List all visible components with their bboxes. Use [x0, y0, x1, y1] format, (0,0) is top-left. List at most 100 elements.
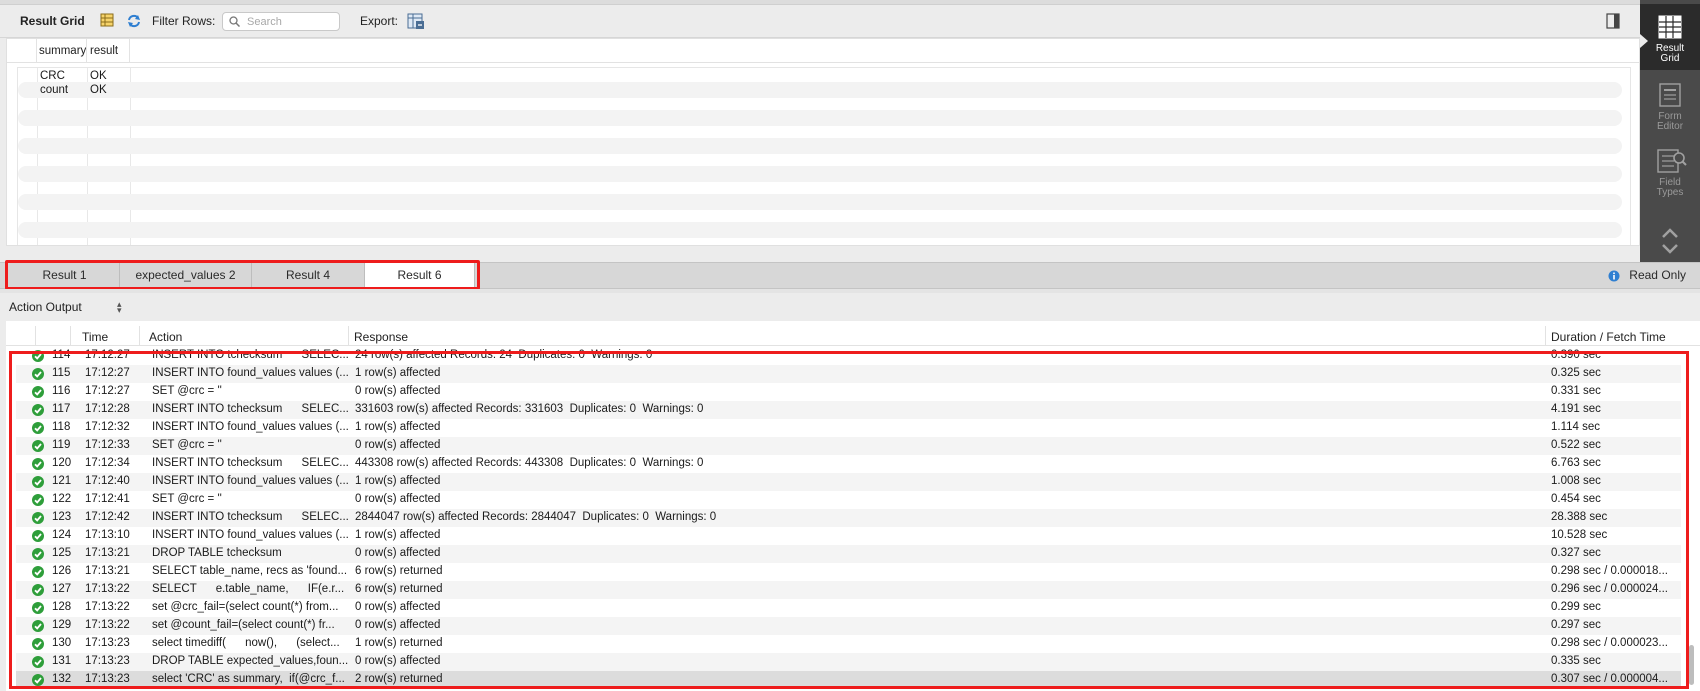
log-row-response: 6 row(s) returned: [355, 565, 443, 577]
field-types-panel-button[interactable]: Field Types: [1640, 138, 1700, 204]
log-row[interactable]: 130 17:13:23 select timediff( now(), (sele…: [16, 635, 1681, 653]
tab-result-1[interactable]: Result 1: [10, 263, 120, 288]
log-row-duration: 28.388 sec: [1551, 511, 1608, 523]
log-row[interactable]: 122 17:12:41 SET @crc = '' 0 row(s) affecte…: [16, 491, 1681, 509]
grid-header-summary[interactable]: summary: [39, 45, 86, 57]
log-row-duration: 6.763 sec: [1551, 457, 1601, 469]
grid-empty-row: [18, 166, 1622, 182]
success-check-icon: [32, 350, 44, 362]
log-row[interactable]: 124 17:13:10 INSERT INTO found_values valu…: [16, 527, 1681, 545]
log-row-duration: 0.454 sec: [1551, 493, 1601, 505]
log-row[interactable]: 118 17:12:32 INSERT INTO found_values valu…: [16, 419, 1681, 437]
log-row-action: INSERT INTO found_values values (...: [152, 421, 349, 433]
log-row-time: 17:12:34: [85, 457, 130, 469]
success-check-icon: [32, 566, 44, 578]
log-row-action: INSERT INTO tchecksum SELEC...: [152, 403, 349, 415]
log-row-time: 17:13:23: [85, 637, 130, 649]
grid-cell[interactable]: OK: [90, 84, 107, 96]
log-row-duration: 0.296 sec / 0.000024...: [1551, 583, 1669, 595]
log-row-action: set @count_fail=(select count(*) fr...: [152, 619, 335, 631]
log-row[interactable]: 116 17:12:27 SET @crc = '' 0 row(s) affecte…: [16, 383, 1681, 401]
log-row-time: 17:13:21: [85, 547, 130, 559]
grid-cell[interactable]: count: [40, 84, 68, 96]
log-row[interactable]: 117 17:12:28 INSERT INTO tchecksum SELEC..…: [16, 401, 1681, 419]
log-row[interactable]: 129 17:13:22 set @count_fail=(select count…: [16, 617, 1681, 635]
filter-search-input[interactable]: [247, 14, 337, 29]
log-row[interactable]: 121 17:12:40 INSERT INTO found_values valu…: [16, 473, 1681, 491]
log-row-action: INSERT INTO tchecksum SELEC...: [152, 511, 349, 523]
log-row-number: 131: [52, 655, 72, 667]
success-check-icon: [32, 494, 44, 506]
form-editor-panel-button[interactable]: Form Editor: [1640, 72, 1700, 138]
filter-search-box[interactable]: [222, 12, 340, 31]
log-row-time: 17:13:10: [85, 529, 130, 541]
success-check-icon: [32, 602, 44, 614]
log-row-time: 17:13:22: [85, 601, 130, 613]
log-row[interactable]: 115 17:12:27 INSERT INTO found_values valu…: [16, 365, 1681, 383]
log-row-action: INSERT INTO found_values values (...: [152, 367, 349, 379]
tab-expected-values-2[interactable]: expected_values 2: [120, 263, 252, 288]
grid-empty-row: [18, 138, 1622, 154]
log-row-action: DROP TABLE tchecksum: [152, 547, 282, 559]
log-row-duration: 0.335 sec: [1551, 655, 1601, 667]
action-output-log[interactable]: Time Action Response Duration / Fetch Ti…: [6, 321, 1700, 691]
export-icon[interactable]: [407, 12, 425, 30]
log-row-response: 0 row(s) affected: [355, 493, 441, 505]
log-row-response: 0 row(s) affected: [355, 655, 441, 667]
log-row-response: 443308 row(s) affected Records: 443308 D…: [355, 457, 704, 469]
result-grid[interactable]: summary result CRC OK count OK: [6, 38, 1640, 246]
log-row[interactable]: 123 17:12:42 INSERT INTO tchecksum SELEC..…: [16, 509, 1681, 527]
field-types-icon: [1657, 149, 1687, 173]
log-row-action: DROP TABLE expected_values,foun...: [152, 655, 349, 667]
log-row[interactable]: 131 17:13:23 DROP TABLE expected_values,fo…: [16, 653, 1681, 671]
log-row-number: 124: [52, 529, 72, 541]
grid-cell[interactable]: OK: [90, 70, 107, 82]
toggle-panel-icon[interactable]: [1606, 13, 1620, 29]
log-row-response: 1 row(s) affected: [355, 421, 441, 433]
success-check-icon: [32, 368, 44, 380]
log-header-action[interactable]: Action: [149, 330, 182, 344]
output-type-selector[interactable]: Action Output: [9, 300, 82, 314]
result-grid-panel-button[interactable]: Result Grid: [1640, 4, 1700, 70]
log-row[interactable]: 132 17:13:23 select 'CRC' as summary, if(@…: [16, 671, 1681, 689]
log-row[interactable]: 114 17:12:27 INSERT INTO tchecksum SELEC..…: [16, 347, 1681, 365]
log-row-number: 114: [52, 349, 71, 361]
log-row-time: 17:12:42: [85, 511, 130, 523]
log-row-duration: 0.390 sec: [1551, 349, 1601, 361]
log-row[interactable]: 128 17:13:22 set @crc_fail=(select count(*…: [16, 599, 1681, 617]
log-row-response: 1 row(s) returned: [355, 637, 443, 649]
grid-header: summary result: [7, 39, 1639, 63]
refresh-icon[interactable]: [126, 13, 142, 29]
log-row-number: 122: [52, 493, 72, 505]
log-row-time: 17:12:33: [85, 439, 130, 451]
chevron-updown-icon[interactable]: ▴ ▾: [117, 300, 122, 315]
log-row[interactable]: 126 17:13:21 SELECT table_name, recs as 'f…: [16, 563, 1681, 581]
log-row-duration: 0.327 sec: [1551, 547, 1601, 559]
log-header-response[interactable]: Response: [354, 330, 408, 344]
grid-cell[interactable]: CRC: [40, 70, 65, 82]
grid-empty-row: [18, 222, 1622, 238]
panel-scroll-arrows-icon[interactable]: [1661, 226, 1679, 256]
log-row-response: 6 row(s) returned: [355, 583, 443, 595]
grid-row[interactable]: count OK: [18, 82, 1622, 98]
log-row[interactable]: 127 17:13:22 SELECT e.table_name, IF(e.r..…: [16, 581, 1681, 599]
log-row[interactable]: 119 17:12:33 SET @crc = '' 0 row(s) affecte…: [16, 437, 1681, 455]
field-types-panel-label: Field Types: [1656, 177, 1684, 198]
success-check-icon: [32, 548, 44, 560]
log-row-action: select timediff( now(), (select...: [152, 637, 340, 649]
log-row-number: 116: [52, 385, 71, 397]
tab-result-6[interactable]: Result 6: [365, 263, 475, 288]
log-row[interactable]: 125 17:13:21 DROP TABLE tchecksum 0 row(s) …: [16, 545, 1681, 563]
log-scrollbar[interactable]: [1689, 645, 1694, 685]
log-row-number: 123: [52, 511, 72, 523]
log-row-action: SELECT table_name, recs as 'found...: [152, 565, 348, 577]
tab-result-4[interactable]: Result 4: [252, 263, 365, 288]
log-row-duration: 0.299 sec: [1551, 601, 1601, 613]
form-editor-icon: [1659, 83, 1681, 107]
log-row[interactable]: 120 17:12:34 INSERT INTO tchecksum SELEC..…: [16, 455, 1681, 473]
grid-icon[interactable]: [100, 13, 116, 29]
log-header-time[interactable]: Time: [82, 330, 108, 344]
log-row-number: 120: [52, 457, 72, 469]
log-header-duration[interactable]: Duration / Fetch Time: [1551, 330, 1666, 344]
grid-header-result[interactable]: result: [90, 45, 118, 57]
